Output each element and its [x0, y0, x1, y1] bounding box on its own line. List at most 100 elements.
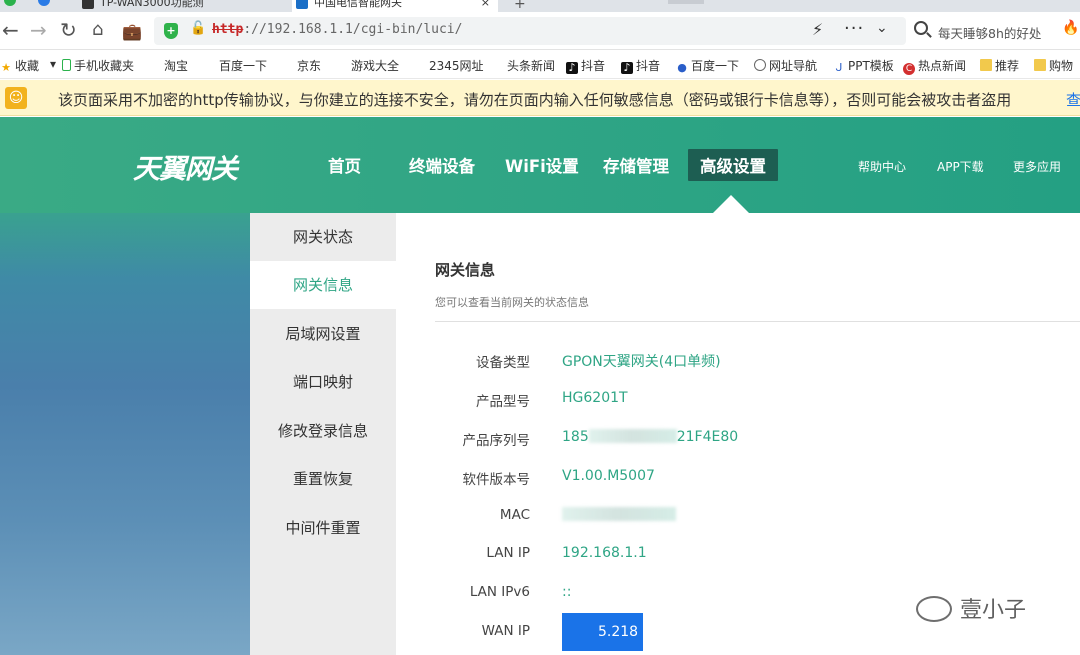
browser-account-icon[interactable] — [38, 0, 50, 6]
sidebar-item-lan-settings[interactable]: 局域网设置 — [250, 310, 396, 358]
info-label: MAC — [499, 507, 530, 523]
search-input[interactable]: 每天睡够8h的好处 🔥 — [910, 17, 1080, 45]
section-title: 网关信息 — [435, 261, 496, 279]
browser-tab-active[interactable]: 中国电信智能网关 × — [292, 0, 498, 12]
browser-logo-icon[interactable] — [4, 0, 16, 6]
globe-icon — [754, 59, 766, 71]
bookmark-item[interactable]: C 热点新闻 — [903, 57, 966, 75]
watermark: 壹小子 — [916, 592, 1026, 624]
bookmark-item[interactable]: 百度一下 — [219, 57, 267, 74]
info-row-device-type: 设备类型 GPON天翼网关(4口单频) — [396, 349, 1080, 373]
nav-devices[interactable]: 终端设备 — [409, 153, 475, 177]
bookmark-item[interactable]: ♪ 抖音 — [621, 57, 660, 74]
warning-text: 该页面采用不加密的http传输协议，与你建立的连接不安全，请勿在页面内输入任何敏… — [58, 91, 1012, 109]
wechat-icon — [916, 596, 952, 622]
info-value — [562, 507, 676, 523]
bookmark-item[interactable]: 网址导航 — [754, 57, 817, 74]
new-tab-icon[interactable]: + — [514, 0, 526, 12]
folder-icon — [1034, 59, 1046, 71]
nav-storage[interactable]: 存储管理 — [603, 153, 669, 177]
gateway-logo[interactable]: 天翼网关 — [133, 147, 238, 186]
tab-close-icon[interactable]: × — [481, 0, 490, 12]
bookmark-item[interactable]: ● 百度一下 — [676, 57, 739, 74]
tab-title: TP-WAN3000功能测 — [100, 0, 204, 9]
star-icon: ★ — [1, 61, 11, 74]
nav-wifi[interactable]: WiFi设置 — [505, 153, 579, 177]
info-label: 设备类型 — [476, 355, 530, 371]
nav-advanced[interactable]: 高级设置 — [688, 149, 778, 181]
info-label: WAN IP — [481, 623, 530, 639]
info-label: LAN IP — [486, 545, 530, 561]
fire-icon: 🔥 — [1062, 20, 1080, 36]
info-row-software-version: 软件版本号 V1.00.M5007 — [396, 466, 1080, 490]
bookmark-item[interactable]: ★ 收藏 — [0, 57, 39, 74]
active-nav-pointer — [713, 195, 749, 213]
chevron-down-icon[interactable]: ⌄ — [876, 20, 888, 36]
sidebar-item-middleware-reset[interactable]: 中间件重置 — [250, 504, 396, 552]
nav-home[interactable]: 首页 — [328, 153, 361, 177]
info-value: GPON天翼网关(4口单频) — [562, 354, 721, 370]
bookmark-item[interactable]: 头条新闻 — [507, 57, 555, 74]
paw-icon: ● — [677, 61, 687, 74]
ppt-icon: ᒍ — [835, 61, 843, 74]
address-bar[interactable]: + 🔓 http://192.168.1.1/cgi-bin/luci/ ⚡ ·… — [154, 17, 906, 45]
bookmark-item[interactable]: 手机收藏夹 — [62, 57, 134, 74]
hot-icon: C — [903, 63, 915, 75]
info-row-model: 产品型号 HG6201T — [396, 388, 1080, 412]
insecure-warning-bar: ☺ 该页面采用不加密的http传输协议，与你建立的连接不安全，请勿在页面内输入任… — [0, 80, 1080, 116]
bookmarks-bar: ★ 收藏 ▾ 手机收藏夹 淘宝 百度一下 京东 游戏大全 2345网址 头条新闻 … — [0, 50, 1080, 79]
insecure-lock-icon[interactable]: 🔓 — [190, 21, 206, 36]
bookmark-item[interactable]: ᒍ PPT模板 — [833, 57, 894, 74]
more-icon[interactable]: ··· — [844, 18, 864, 39]
section-divider — [435, 321, 1080, 322]
info-label: 产品型号 — [476, 394, 530, 410]
browser-tab-strip: TP-WAN3000功能测 中国电信智能网关 × + — [0, 0, 1080, 12]
redaction-blur — [562, 507, 676, 521]
info-value-selected[interactable]: 5.218 — [562, 613, 643, 651]
bookmark-item[interactable]: 京东 — [297, 57, 321, 74]
info-row-wan-ip: WAN IP 5.218 — [396, 613, 1080, 651]
info-label: 产品序列号 — [462, 433, 531, 449]
bookmark-item[interactable]: 游戏大全 — [351, 57, 399, 74]
sidebar-item-port-mapping[interactable]: 端口映射 — [250, 358, 396, 406]
bookmark-item[interactable]: 推荐 — [980, 57, 1019, 74]
reload-icon[interactable]: ↻ — [60, 20, 77, 40]
bookmark-item[interactable]: ♪ 抖音 — [566, 57, 605, 74]
forward-icon[interactable]: → — [30, 20, 47, 40]
link-app-download[interactable]: APP下载 — [937, 158, 984, 175]
info-value: V1.00.M5007 — [562, 468, 655, 484]
tab-favicon-icon — [82, 0, 94, 9]
folder-icon — [980, 59, 992, 71]
sidebar-item-login-info[interactable]: 修改登录信息 — [250, 407, 396, 455]
link-more-apps[interactable]: 更多应用 — [1013, 158, 1061, 175]
warning-link[interactable]: 查 — [1066, 89, 1080, 110]
chevron-down-icon[interactable]: ▾ — [50, 57, 56, 71]
browser-tab[interactable]: TP-WAN3000功能测 — [78, 0, 278, 12]
info-value: :: — [562, 584, 572, 600]
info-row-mac: MAC — [396, 505, 1080, 529]
lightning-icon[interactable]: ⚡ — [812, 20, 823, 39]
info-label: LAN IPv6 — [469, 584, 530, 600]
security-shield-icon[interactable]: + — [164, 23, 178, 39]
info-label: 软件版本号 — [462, 472, 531, 488]
info-row-serial: 产品序列号 185 21F4E80 — [396, 427, 1080, 451]
info-value: 185 21F4E80 — [562, 429, 739, 445]
bookmark-item[interactable]: 淘宝 — [164, 57, 188, 74]
link-help-center[interactable]: 帮助中心 — [858, 158, 906, 175]
sidebar-item-gateway-status[interactable]: 网关状态 — [250, 213, 396, 261]
tab-strip-control[interactable] — [668, 0, 704, 4]
briefcase-icon[interactable]: 💼 — [122, 22, 142, 42]
redaction-blur — [588, 429, 677, 443]
browser-toolbar: ← → ↻ ⌂ 💼 + 🔓 http://192.168.1.1/cgi-bin… — [0, 12, 1080, 50]
bookmark-item[interactable]: 2345网址 — [429, 57, 484, 74]
sidebar-item-reset-restore[interactable]: 重置恢复 — [250, 455, 396, 503]
bookmark-item[interactable]: 购物 — [1034, 57, 1073, 74]
home-icon[interactable]: ⌂ — [92, 20, 103, 40]
warning-icon: ☺ — [5, 87, 27, 109]
settings-panel: 网关状态 网关信息 局域网设置 端口映射 修改登录信息 重置恢复 中间件重置 网… — [250, 213, 1080, 655]
search-placeholder: 每天睡够8h的好处 — [938, 26, 1042, 41]
url-text[interactable]: http://192.168.1.1/cgi-bin/luci/ — [212, 22, 462, 37]
search-icon — [914, 21, 928, 35]
back-icon[interactable]: ← — [2, 20, 19, 40]
sidebar-item-gateway-info[interactable]: 网关信息 — [250, 261, 396, 309]
